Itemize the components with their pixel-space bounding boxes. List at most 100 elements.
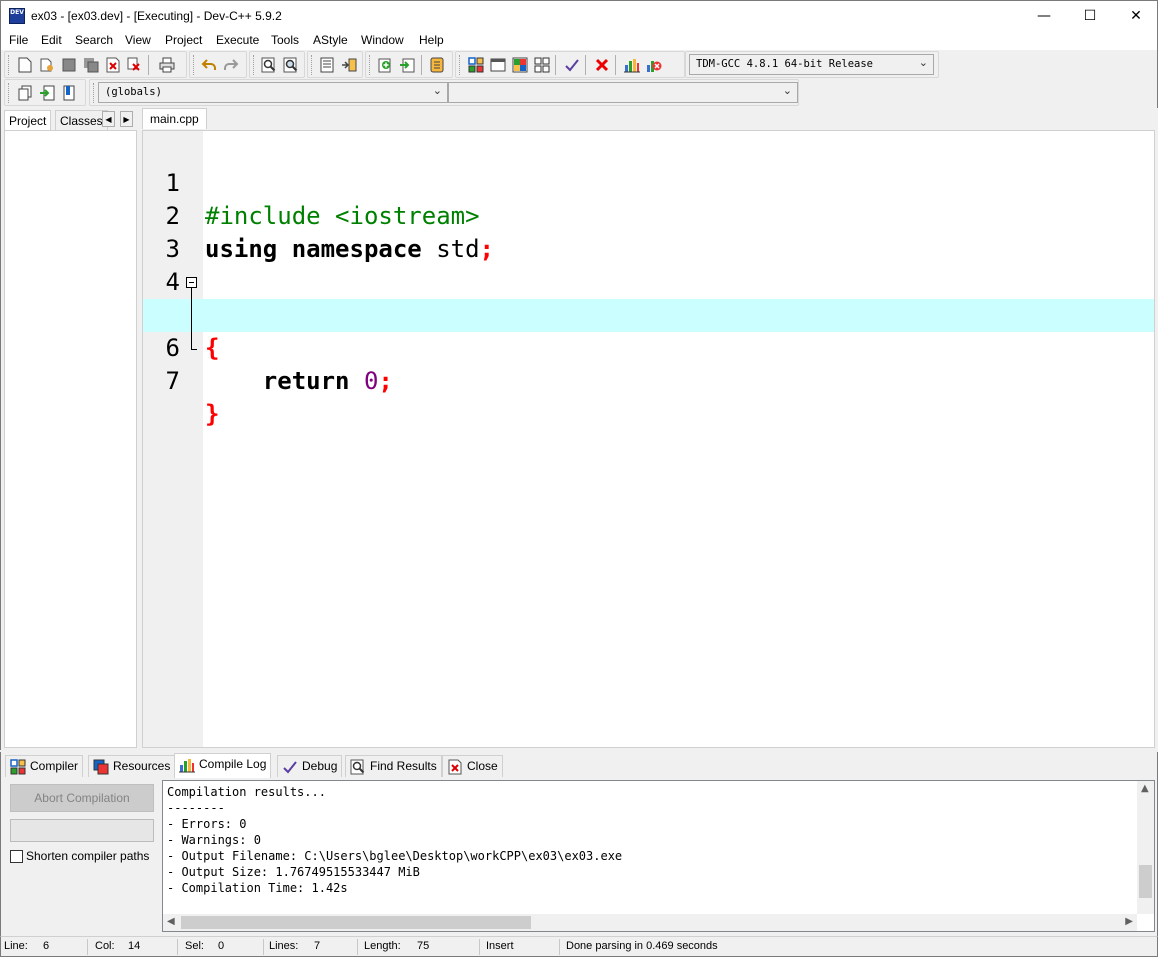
new-file-icon[interactable] [16,56,34,74]
compiler-select[interactable]: TDM-GCC 4.8.1 64-bit Release ⌄ [689,54,934,75]
project-tree[interactable] [4,130,137,748]
goto-line-icon[interactable] [340,56,358,74]
toolbar-separator [555,55,556,75]
toolbar-grip[interactable] [8,55,11,75]
toggle-bookmark-icon[interactable] [60,84,78,102]
scroll-up-icon[interactable]: ▲ [1141,783,1149,794]
tab-compiler[interactable]: Compiler [5,755,84,777]
scrollbar-thumb[interactable] [181,916,531,929]
find-icon[interactable] [260,56,278,74]
status-length-value: 75 [417,940,430,952]
code-line-6-current[interactable]: 6 return 0; [143,299,1154,395]
tab-scroll-left-icon[interactable]: ◀ [102,111,115,127]
tab-classes[interactable]: Classes [55,110,108,130]
shorten-paths-option[interactable]: Shorten compiler paths [10,849,149,863]
compile-log-output[interactable]: Compilation results... -------- - Errors… [162,780,1155,932]
toolbar-grip[interactable] [369,55,372,75]
undo-icon[interactable] [200,56,218,74]
menu-tools[interactable]: Tools [271,33,299,47]
fold-end-marker [191,349,197,350]
menu-astyle[interactable]: AStyle [313,33,348,47]
save-all-icon[interactable] [82,56,100,74]
toolbar-grip[interactable] [8,83,11,103]
maximize-button[interactable]: ☐ [1067,1,1113,31]
menu-edit[interactable]: Edit [41,33,62,47]
toolbar-grip[interactable] [253,55,256,75]
status-separator [559,939,560,955]
print-icon[interactable] [158,56,176,74]
devcpp-app-icon[interactable]: DEV [9,8,25,24]
indent-icon[interactable] [318,56,336,74]
add-to-project-icon[interactable] [376,56,394,74]
compile-icon[interactable] [467,56,485,74]
rebuild-all-icon[interactable] [533,56,551,74]
members-select[interactable]: ⌄ [448,82,798,103]
scrollbar-thumb[interactable] [1139,865,1152,898]
tab-compile-log[interactable]: Compile Log [174,753,272,778]
toolbar-area: TDM-GCC 4.8.1 64-bit Release ⌄ (globals)… [0,50,1158,108]
log-horizontal-scrollbar[interactable]: ◀ ▶ [163,914,1137,931]
compiler-toolbar: TDM-GCC 4.8.1 64-bit Release ⌄ [685,51,939,78]
tab-resources[interactable]: Resources [88,755,176,777]
code-line-5[interactable]: 5 { [143,266,1154,362]
menu-window[interactable]: Window [361,33,404,47]
menu-search[interactable]: Search [75,33,113,47]
toolbar-separator [615,55,616,75]
menu-project[interactable]: Project [165,33,202,47]
tab-main-cpp[interactable]: main.cpp [142,108,207,129]
code-line-7[interactable]: 7 } [143,332,1154,428]
toolbar-grip[interactable] [311,55,314,75]
open-file-icon[interactable] [38,56,56,74]
shorten-paths-checkbox[interactable] [10,849,23,863]
log-line: - Warnings: 0 [167,833,261,847]
delete-profile-icon[interactable] [645,56,663,74]
toolbar-grip[interactable] [459,55,462,75]
abort-compilation-button[interactable]: Abort Compilation [10,784,154,812]
run-icon[interactable] [489,56,507,74]
toolbar-grip[interactable] [93,83,96,103]
log-line: - Output Size: 1.76749515533447 MiB [167,865,420,879]
close-file-icon[interactable] [104,56,122,74]
close-all-icon[interactable] [126,56,144,74]
profile-analysis-icon[interactable] [623,56,641,74]
close-window-button[interactable]: ✕ [1113,1,1158,31]
menu-help[interactable]: Help [419,33,444,47]
status-separator [357,939,358,955]
log-vertical-scrollbar[interactable]: ▲ [1137,781,1154,914]
insert-code-icon[interactable] [16,84,34,102]
menu-file[interactable]: File [9,33,28,47]
tab-debug[interactable]: Debug [277,755,343,777]
fold-collapse-icon[interactable] [186,277,197,288]
syntax-check-icon[interactable] [563,56,581,74]
code-editor[interactable]: 1 #include <iostream> 2 using namespace … [142,130,1155,748]
code-line-2[interactable]: 2 using namespace std; [143,167,1154,263]
status-sel-label: Sel: [185,940,204,952]
view-toolbar [307,51,363,78]
bar-chart-icon [179,757,195,773]
stop-execution-icon[interactable] [593,56,611,74]
globals-select[interactable]: (globals) ⌄ [98,82,448,103]
compile-and-run-icon[interactable] [511,56,529,74]
toolbar-grip[interactable] [193,55,196,75]
code-line-4[interactable]: 4 int main() [143,233,1154,329]
remove-from-project-icon[interactable] [398,56,416,74]
check-icon [282,759,298,775]
goto-declaration-icon[interactable] [38,84,56,102]
tab-find-results[interactable]: Find Results [345,755,442,777]
save-icon[interactable] [60,56,78,74]
tab-project[interactable]: Project [4,110,52,130]
tab-close[interactable]: Close [442,755,503,777]
code-line-1[interactable]: 1 #include <iostream> [143,134,1154,230]
menu-execute[interactable]: Execute [216,33,259,47]
log-line: - Errors: 0 [167,817,247,831]
project-options-icon[interactable] [428,56,446,74]
menu-view[interactable]: View [125,33,151,47]
scroll-left-icon[interactable]: ◀ [167,916,175,927]
status-message: Done parsing in 0.469 seconds [566,940,718,952]
replace-icon[interactable] [282,56,300,74]
code-line-3[interactable]: 3 [143,200,1154,263]
redo-icon[interactable] [222,56,240,74]
minimize-button[interactable]: — [1021,1,1067,31]
scroll-right-icon[interactable]: ▶ [1125,916,1133,927]
tab-scroll-right-icon[interactable]: ▶ [120,111,133,127]
